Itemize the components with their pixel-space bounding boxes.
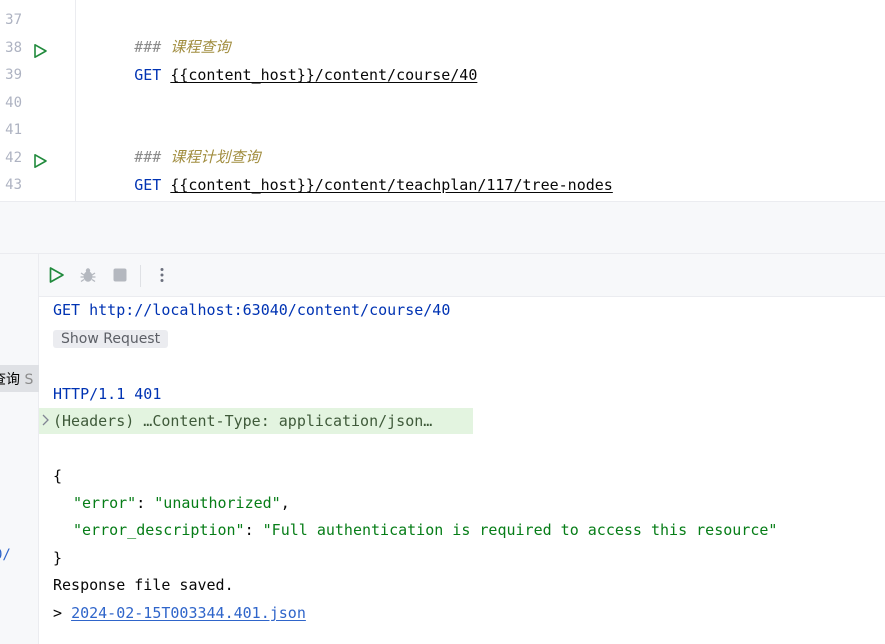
json-comma: , xyxy=(280,494,290,512)
editor-line-39[interactable]: 39 xyxy=(0,62,885,89)
run-request-icon[interactable] xyxy=(32,151,48,168)
json-property: "error": "unauthorized", xyxy=(73,494,290,512)
headers-summary: (Headers) …Content-Type: application/jso… xyxy=(53,412,433,430)
stop-icon[interactable] xyxy=(110,265,130,285)
response-console[interactable]: GET http://localhost:63040/content/cours… xyxy=(39,297,885,644)
run-item-label: 查询 xyxy=(0,372,20,388)
status-line: HTTP/1.1 401 xyxy=(53,385,162,403)
debug-icon[interactable] xyxy=(78,265,98,285)
run-item-suffix: S xyxy=(24,372,34,388)
run-toolbar xyxy=(39,254,885,297)
json-key: "error_description" xyxy=(73,521,245,539)
editor-line-38[interactable]: 38 GET {{content_host}}/content/course/4… xyxy=(0,35,885,84)
line-number: 41 xyxy=(5,122,22,138)
line-number: 39 xyxy=(5,67,22,83)
show-request-button[interactable]: Show Request xyxy=(53,330,169,348)
toolbar-separator xyxy=(140,265,141,287)
response-file-line: > 2024-02-15T003344.401.json xyxy=(53,600,306,627)
file-prefix: > xyxy=(53,604,72,622)
editor-line-43[interactable]: 43 xyxy=(0,172,885,199)
more-vertical-icon[interactable] xyxy=(152,265,172,285)
json-property: "error_description": "Full authenticatio… xyxy=(73,521,778,539)
editor-line-40[interactable]: 40 xyxy=(0,90,885,117)
run-request-icon[interactable] xyxy=(32,41,48,58)
editor-line-41[interactable]: 41 ### 课程计划查询 xyxy=(0,117,885,166)
json-close-brace: } xyxy=(53,549,63,567)
chevron-right-icon[interactable] xyxy=(40,413,50,427)
editor-line-42[interactable]: 42 GET {{content_host}}/content/teachpla… xyxy=(0,145,885,194)
json-open-brace: { xyxy=(53,467,63,485)
response-saved-text: Response file saved. xyxy=(53,576,234,594)
run-history-link-fragment[interactable]: 0/ xyxy=(0,547,11,563)
line-number: 40 xyxy=(5,95,22,111)
headers-fold-row[interactable]: (Headers) …Content-Type: application/jso… xyxy=(39,408,473,434)
panel-header-band xyxy=(0,202,885,254)
line-number: 37 xyxy=(5,12,22,28)
run-history-selected-item[interactable]: 查询 S xyxy=(0,365,39,392)
line-number: 42 xyxy=(5,150,22,166)
editor-line-37[interactable]: 37 ### 课程查询 xyxy=(0,7,885,56)
run-history-panel xyxy=(0,254,39,644)
request-line: GET http://localhost:63040/content/cours… xyxy=(53,301,451,319)
response-file-link[interactable]: 2024-02-15T003344.401.json xyxy=(71,604,306,622)
line-number: 38 xyxy=(5,40,22,56)
json-key: "error" xyxy=(73,494,137,512)
http-request-editor[interactable]: 37 ### 课程查询 38 GET {{content_host}}/cont… xyxy=(0,0,885,201)
json-value: "Full authentication is required to acce… xyxy=(262,521,778,539)
line-number: 43 xyxy=(5,177,22,193)
json-value: "unauthorized" xyxy=(154,494,281,512)
run-icon[interactable] xyxy=(46,265,66,285)
